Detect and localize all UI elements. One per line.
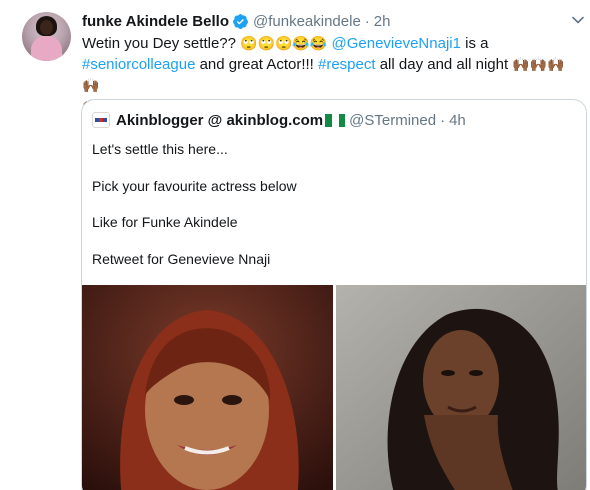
portrait-right-image — [336, 285, 586, 490]
quoted-timestamp[interactable]: 4h — [449, 112, 466, 129]
timestamp[interactable]: 2h — [374, 13, 391, 30]
emoji-group: 🙄🙄🙄😂😂 — [240, 35, 328, 51]
quoted-text-line: Retweet for Genevieve Nnaji — [92, 251, 271, 267]
quoted-text-line: Like for Funke Akindele — [92, 214, 238, 230]
chevron-down-icon[interactable] — [571, 13, 585, 27]
quoted-tweet[interactable]: Akinblogger @ akinblog.com @STermined · … — [81, 99, 587, 490]
avatar-body — [31, 36, 62, 61]
text-segment: is a — [460, 35, 489, 52]
display-name[interactable]: funke Akindele Bello — [82, 13, 229, 30]
mention-link[interactable]: @GenevieveNnaji1 — [331, 35, 460, 52]
hashtag-link[interactable]: #seniorcolleague — [82, 56, 195, 73]
photo-funke[interactable] — [82, 285, 333, 490]
avatar-head — [40, 20, 53, 35]
nigeria-flag-icon — [325, 113, 346, 127]
quoted-handle[interactable]: @STermined — [349, 112, 436, 129]
text-segment: Wetin you Dey settle?? — [82, 35, 241, 52]
avatar[interactable] — [22, 12, 71, 61]
text-segment: and great Actor!!! — [195, 56, 318, 73]
quoted-display-name[interactable]: Akinblogger @ akinblog.com — [116, 112, 323, 129]
quoted-text-line: Let's settle this here... — [92, 141, 228, 157]
verified-badge-icon — [233, 13, 248, 29]
blog-logo-icon — [92, 112, 110, 128]
tweet-header: funke Akindele Bello @funkeakindele · 2h — [82, 11, 390, 31]
tweet[interactable]: funke Akindele Bello @funkeakindele · 2h… — [0, 0, 590, 490]
handle[interactable]: @funkeakindele — [253, 13, 361, 30]
text-segment: all day and all night — [375, 56, 513, 73]
separator-dot: · — [364, 12, 370, 30]
quoted-header: Akinblogger @ akinblog.com @STermined · … — [92, 110, 466, 130]
quoted-text-line: Pick your favourite actress below — [92, 178, 297, 194]
separator-dot: · — [440, 111, 446, 129]
portrait-left-image — [82, 285, 333, 490]
hashtag-link[interactable]: #respect — [318, 56, 376, 73]
photo-genevieve[interactable] — [336, 285, 586, 490]
